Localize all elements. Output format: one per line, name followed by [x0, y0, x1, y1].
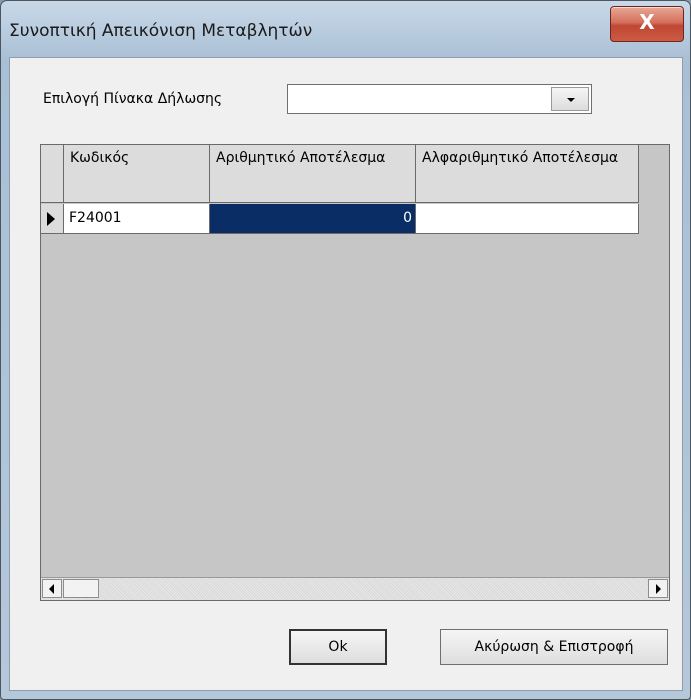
cell-alphanumeric-result[interactable]: [416, 204, 639, 234]
current-row-icon: [47, 212, 55, 226]
cancel-return-button[interactable]: Ακύρωση & Επιστροφή: [440, 629, 668, 665]
close-icon: X: [639, 10, 655, 34]
declaration-table-label: Επιλογή Πίνακα Δήλωσης: [43, 91, 223, 107]
close-button[interactable]: X: [610, 6, 684, 42]
column-header-code[interactable]: Κωδικός: [64, 145, 210, 203]
declaration-table-select[interactable]: [287, 84, 592, 114]
scroll-left-button[interactable]: [42, 579, 62, 598]
column-header-numeric-result[interactable]: Αριθμητικό Αποτέλεσμα: [210, 145, 416, 203]
dropdown-button[interactable]: [551, 87, 589, 111]
grid-corner: [41, 145, 64, 203]
dialog-client-area: Επιλογή Πίνακα Δήλωσης Κωδικός Αριθμητικ…: [9, 57, 683, 691]
arrow-right-icon: [656, 584, 661, 594]
table-row[interactable]: F24001 0: [41, 204, 639, 234]
chevron-down-icon: [567, 98, 575, 102]
cell-code[interactable]: F24001: [64, 204, 210, 234]
row-selector[interactable]: [41, 204, 64, 234]
scrollbar-thumb[interactable]: [63, 579, 99, 598]
ok-button[interactable]: Ok: [289, 629, 387, 665]
variables-grid[interactable]: Κωδικός Αριθμητικό Αποτέλεσμα Αλφαριθμητ…: [40, 144, 670, 601]
scroll-right-button[interactable]: [648, 579, 668, 598]
window-title: Συνοπτική Απεικόνιση Μεταβλητών: [9, 21, 313, 41]
cell-numeric-result[interactable]: 0: [210, 204, 416, 234]
title-bar[interactable]: Συνοπτική Απεικόνιση Μεταβλητών X: [1, 1, 690, 57]
grid-header: Κωδικός Αριθμητικό Αποτέλεσμα Αλφαριθμητ…: [41, 145, 639, 203]
dialog-window: Συνοπτική Απεικόνιση Μεταβλητών X Επιλογ…: [0, 0, 691, 700]
column-header-alphanumeric-result[interactable]: Αλφαριθμητικό Αποτέλεσμα: [416, 145, 639, 203]
horizontal-scrollbar[interactable]: [41, 577, 669, 600]
arrow-left-icon: [49, 584, 54, 594]
